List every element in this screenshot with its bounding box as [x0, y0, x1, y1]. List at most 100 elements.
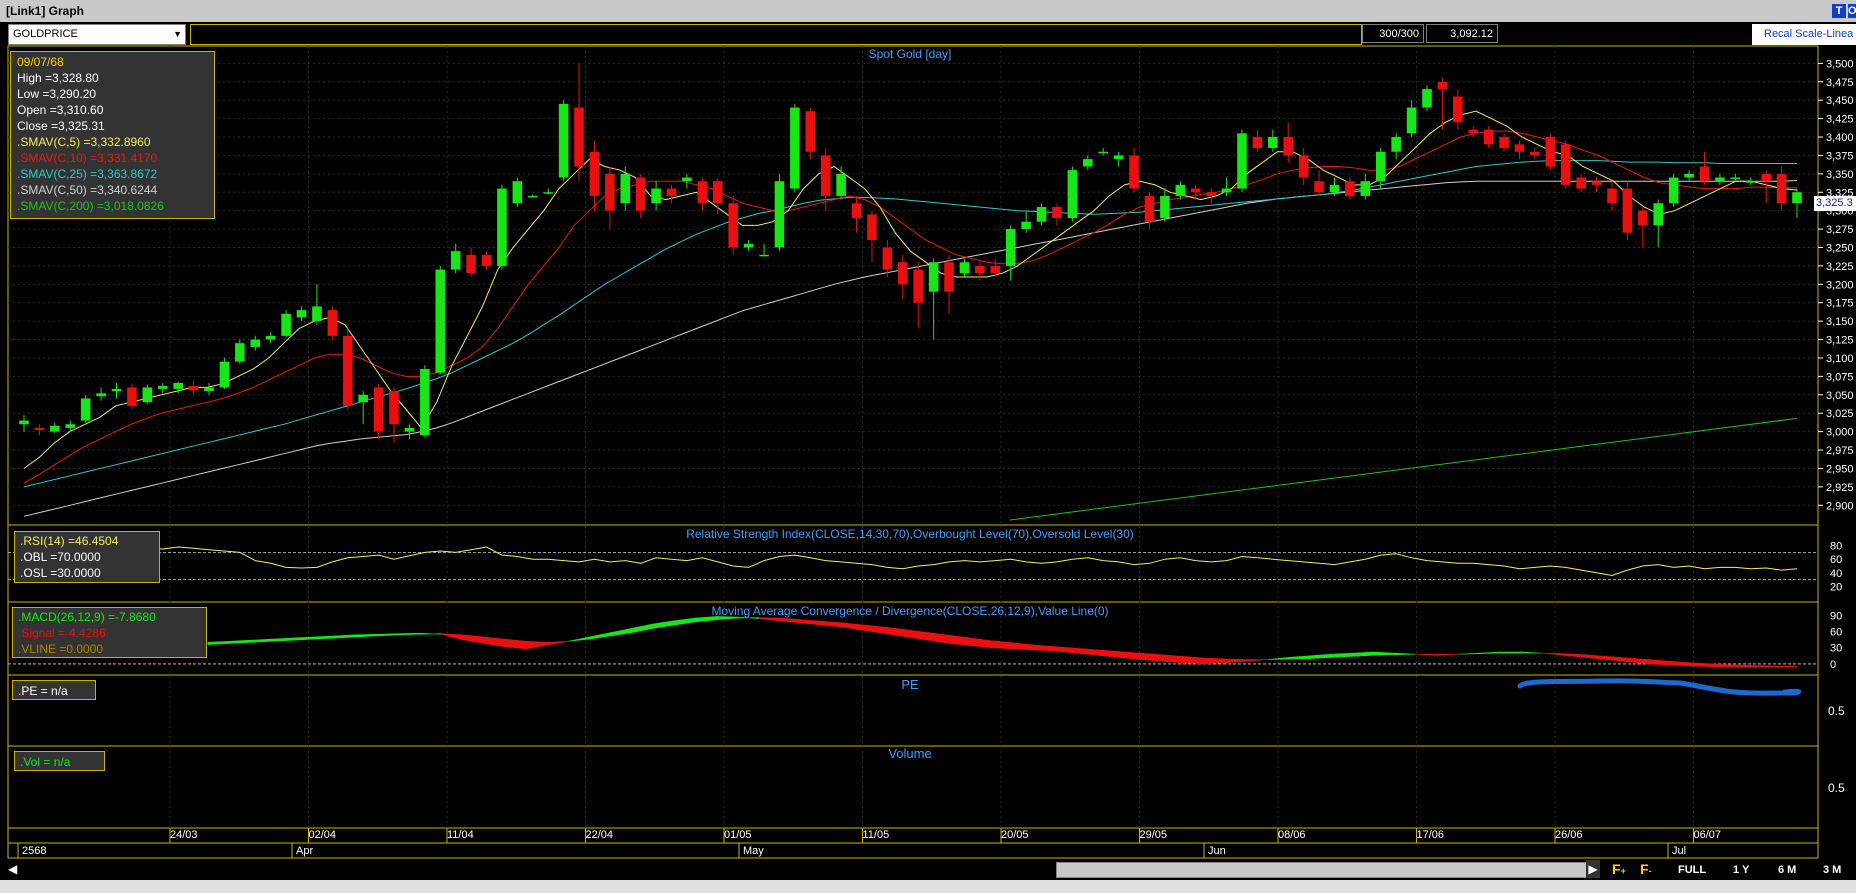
candle-down [1144, 195, 1155, 222]
current-price-tag: 3,325.3 [1814, 196, 1856, 211]
candle-up [1329, 184, 1340, 193]
candle-up [1360, 181, 1371, 196]
candle-up [558, 103, 569, 178]
price-tick-label: 3,075 [1826, 371, 1854, 383]
macd-ribbon-segment [610, 627, 633, 637]
candle-down [1453, 96, 1463, 123]
candle-down [1052, 206, 1062, 219]
candle-down [867, 214, 877, 241]
candle-down [975, 265, 985, 274]
candle-up [1668, 177, 1679, 204]
macd-ribbon-segment [1563, 653, 1586, 658]
macd-ribbon-segment [1500, 651, 1522, 654]
macd-ribbon-segment [313, 635, 336, 640]
macd-ribbon-segment [673, 617, 696, 626]
period-full-button[interactable]: FULL [1678, 862, 1706, 878]
date-tick-label: 11/05 [862, 829, 890, 841]
scroll-left-button[interactable]: ◀ [8, 860, 17, 878]
candle-up [1160, 195, 1170, 219]
macd-ribbon-segment [652, 620, 675, 629]
rsi-legend-box: .RSI(14) =46.4504 .OBL =70.0000 .OSL =30… [14, 531, 160, 583]
candle-up [1237, 133, 1247, 189]
candle-up [296, 310, 307, 318]
candle-down [1468, 129, 1479, 134]
period-6m-button[interactable]: 6 M [1778, 862, 1796, 878]
vline-value: .VLINE =0.0000 [18, 642, 104, 656]
candle-down [1607, 188, 1617, 204]
candle-up [1005, 229, 1016, 266]
macd-ribbon-segment [1203, 657, 1226, 665]
vol-axis-tick: 0.5 [1828, 781, 1845, 795]
signal-value: .Signal =-4.4286 [18, 626, 106, 640]
macd-ribbon-segment [1245, 659, 1268, 662]
candle-down [1206, 192, 1216, 196]
candle-up [157, 385, 168, 389]
macd-ribbon-segment [504, 638, 527, 650]
candle-down [882, 247, 893, 270]
macd-ribbon-segment [1606, 656, 1628, 663]
price-tick-label: 2,975 [1826, 445, 1854, 457]
macd-ribbon-segment [525, 640, 548, 650]
candle-up [1375, 151, 1386, 182]
macd-ribbon-segment [292, 636, 315, 641]
rsi-value: .RSI(14) =46.4504 [20, 534, 119, 548]
candle-down [1499, 137, 1509, 149]
date-period-label: Jun [1208, 845, 1226, 857]
period-3m-button[interactable]: 3 M [1823, 862, 1841, 878]
candle-up [1098, 151, 1108, 154]
candle-up [959, 262, 970, 274]
candle-down [1283, 137, 1294, 156]
price-tick-label: 3,225 [1826, 261, 1854, 273]
candle-up [404, 427, 415, 432]
macd-ribbon-segment [1224, 658, 1247, 664]
date-tick-label: 01/05 [724, 829, 752, 841]
macd-ribbon-segment [207, 640, 230, 645]
macd-ribbon-segment [1711, 663, 1734, 668]
rsi-tick-label: 40 [1830, 568, 1842, 580]
candle-down [188, 385, 199, 391]
macd-ribbon-segment [1457, 652, 1480, 655]
candle-down [1776, 173, 1787, 204]
info-smav5: .SMAV(C,5) =3,332.8960 [17, 135, 151, 149]
horizontal-scrollbar-thumb[interactable] [1056, 862, 1588, 878]
macd-ribbon-segment [843, 622, 866, 631]
candle-up [96, 393, 106, 397]
pe-axis-tick: 0.5 [1828, 704, 1845, 718]
price-tick-label: 3,375 [1826, 150, 1854, 162]
candle-down [820, 155, 831, 196]
macd-ribbon-segment [1690, 662, 1713, 667]
candle-up [173, 383, 183, 389]
candle-down [697, 181, 708, 204]
date-tick-label: 08/06 [1278, 829, 1306, 841]
candle-down [944, 262, 954, 292]
price-tick-label: 2,950 [1826, 463, 1854, 475]
zoom-in-button[interactable]: F+ [1612, 860, 1636, 878]
candle-down [481, 254, 492, 266]
macd-ribbon-segment [1436, 653, 1459, 656]
period-1y-button[interactable]: 1 Y [1733, 862, 1749, 878]
candle-down [728, 203, 738, 248]
date-tick-label: 22/04 [585, 829, 614, 841]
macd-ribbon-segment [1627, 657, 1649, 665]
sma200-line [1009, 417, 1798, 521]
macd-tick-label: 60 [1830, 627, 1842, 639]
candle-down [342, 335, 353, 406]
macd-ribbon-segment [1415, 653, 1438, 656]
panel-frame-price [7, 45, 1819, 526]
macd-tick-label: 0 [1830, 659, 1836, 671]
candle-down [805, 111, 816, 152]
macd-ribbon-segment [271, 637, 294, 642]
macd-ribbon-segment [1055, 646, 1077, 654]
macd-tick-label: 90 [1830, 610, 1842, 622]
macd-ribbon-segment [1733, 664, 1755, 668]
macd-ribbon-segment [1775, 665, 1798, 668]
date-tick-label: 24/03 [170, 829, 198, 841]
info-smav200: .SMAV(C,200) =3,018.0826 [17, 199, 164, 213]
pe-legend-box: .PE = n/a [12, 680, 96, 700]
zoom-out-button[interactable]: F- [1640, 860, 1664, 878]
scroll-right-button[interactable]: ▶ [1586, 860, 1600, 878]
macd-ribbon-segment [398, 632, 421, 636]
candle-down [635, 177, 646, 211]
date-axis-row2: 2568 Apr May Jun Jul [0, 845, 1810, 858]
info-smav10: .SMAV(C,10) =3,331.4170 [17, 151, 158, 165]
